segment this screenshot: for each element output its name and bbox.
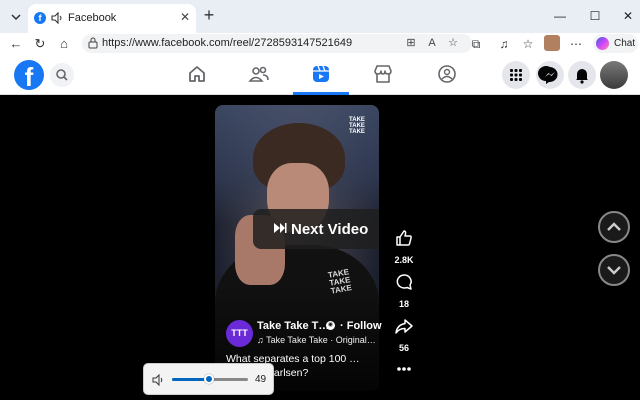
- bell-icon: [576, 69, 588, 84]
- new-tab-button[interactable]: +: [200, 6, 218, 24]
- notifications-button[interactable]: [568, 61, 596, 89]
- browser-toolbar: ← ↻ ⌂ https://www.facebook.com/reel/2728…: [0, 33, 640, 55]
- browser-tab-facebook[interactable]: f Facebook ✕: [28, 4, 196, 33]
- read-aloud-icon[interactable]: A: [425, 36, 439, 50]
- chevron-down-icon: [607, 266, 621, 275]
- more-actions-button[interactable]: [392, 362, 416, 380]
- speaker-icon[interactable]: [152, 374, 164, 386]
- lock-icon[interactable]: [88, 37, 98, 49]
- search-button[interactable]: [50, 63, 74, 87]
- grid-menu-icon: [510, 69, 522, 81]
- back-button[interactable]: ←: [8, 36, 24, 52]
- volume-slider[interactable]: [172, 374, 248, 384]
- account-avatar[interactable]: [600, 61, 628, 89]
- tab-title: Facebook: [68, 12, 117, 24]
- previous-reel-button[interactable]: [598, 211, 630, 243]
- chevron-down-icon: [11, 14, 21, 21]
- volume-flyout: 49: [143, 363, 274, 395]
- groups-icon[interactable]: [436, 63, 458, 85]
- extensions-icon[interactable]: ⧉: [468, 36, 484, 52]
- globe-icon: ◉: [326, 321, 335, 330]
- menu-button[interactable]: [502, 61, 530, 89]
- copilot-chat-button[interactable]: Chat: [593, 34, 638, 53]
- search-icon: [56, 69, 68, 81]
- messenger-icon: [538, 66, 558, 84]
- facebook-logo[interactable]: f: [14, 60, 44, 92]
- next-reel-button[interactable]: [598, 254, 630, 286]
- comment-button[interactable]: 18: [392, 272, 416, 309]
- more-options-icon[interactable]: ⋯: [568, 36, 584, 52]
- favorites-icon[interactable]: ☆: [520, 36, 536, 52]
- share-button[interactable]: 56: [392, 316, 416, 353]
- creator-avatar[interactable]: TTT: [226, 320, 253, 347]
- volume-slider-thumb[interactable]: [204, 374, 214, 384]
- minimize-button[interactable]: —: [552, 8, 568, 24]
- friends-icon[interactable]: [248, 63, 270, 85]
- comment-icon: [396, 274, 412, 290]
- messenger-button[interactable]: [536, 61, 564, 89]
- volume-value: 49: [255, 374, 267, 385]
- media-control-icon[interactable]: ♫: [496, 36, 512, 52]
- url-text: https://www.facebook.com/reel/2728593147…: [102, 37, 353, 49]
- creator-name[interactable]: Take Take T…: [257, 320, 329, 332]
- address-bar[interactable]: https://www.facebook.com/reel/2728593147…: [82, 34, 472, 53]
- marketplace-icon[interactable]: [372, 63, 394, 85]
- like-button[interactable]: 2.8K: [392, 228, 416, 265]
- active-nav-indicator: [293, 92, 349, 95]
- thumbs-up-icon: [396, 230, 412, 246]
- home-icon[interactable]: [186, 63, 208, 85]
- maximize-button[interactable]: ☐: [587, 8, 603, 24]
- video-watermark: TAKE TAKE TAKE: [349, 117, 365, 135]
- facebook-favicon: f: [34, 12, 46, 24]
- favorite-star-icon[interactable]: ☆: [446, 36, 460, 50]
- share-icon: [395, 319, 413, 334]
- share-count: 56: [398, 343, 409, 353]
- skip-forward-icon: [274, 223, 287, 233]
- more-horizontal-icon: [397, 367, 411, 371]
- copilot-label: Chat: [614, 38, 636, 49]
- copilot-icon: [596, 37, 609, 50]
- like-count: 2.8K: [394, 255, 414, 265]
- speaker-icon[interactable]: [50, 11, 64, 25]
- close-tab-icon[interactable]: ✕: [178, 10, 192, 24]
- tab-actions-menu[interactable]: [6, 7, 26, 27]
- facebook-header: f: [0, 55, 640, 95]
- profile-avatar[interactable]: [544, 35, 560, 51]
- audio-track-link[interactable]: ♫ Take Take Take · Original…: [257, 335, 377, 345]
- next-video-button[interactable]: Next Video: [253, 209, 379, 249]
- follow-button[interactable]: · Follow: [340, 320, 382, 332]
- chevron-up-icon: [607, 222, 621, 231]
- app-available-icon[interactable]: ⊞: [404, 36, 418, 50]
- reels-icon[interactable]: [310, 63, 332, 85]
- close-window-button[interactable]: ✕: [620, 8, 636, 24]
- refresh-button[interactable]: ↻: [32, 36, 48, 52]
- next-video-label: Next Video: [291, 221, 369, 238]
- browser-tab-bar: f Facebook ✕ + — ☐ ✕: [0, 0, 640, 33]
- home-button[interactable]: ⌂: [56, 36, 72, 52]
- comment-count: 18: [398, 299, 409, 309]
